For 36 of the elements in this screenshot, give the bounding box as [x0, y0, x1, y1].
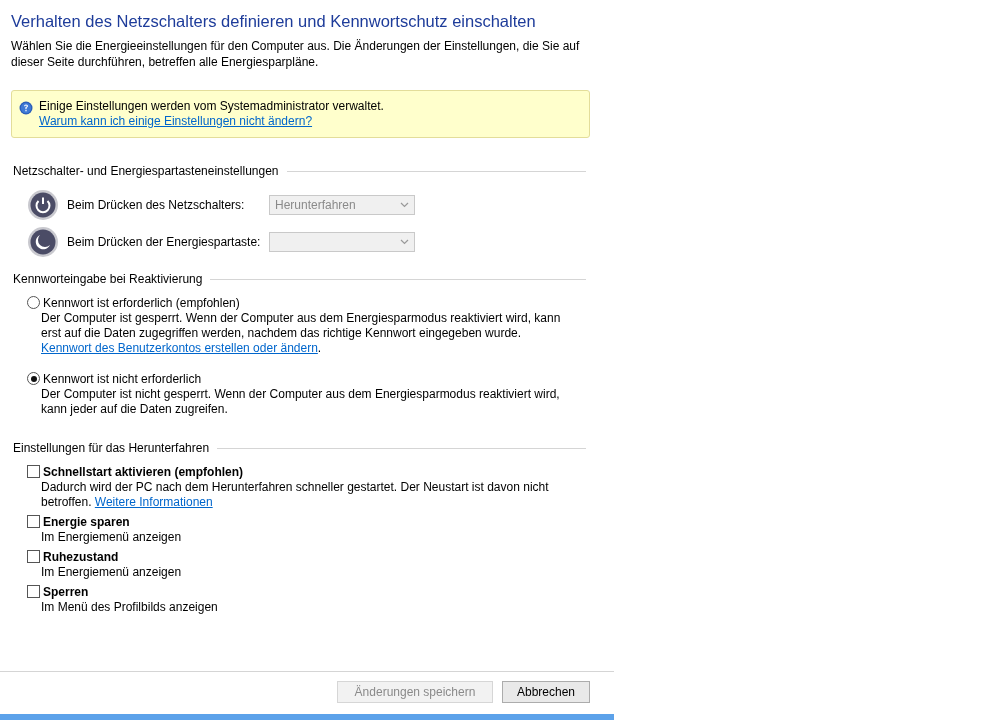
option-label: Sperren [43, 584, 89, 599]
punctuation: . [317, 341, 322, 355]
section-heading: Einstellungen für das Herunterfahren [13, 441, 210, 455]
option-label: Schnellstart aktivieren (empfohlen) [43, 464, 244, 479]
option-label: Energie sparen [43, 514, 130, 529]
moon-icon [27, 225, 59, 258]
checkbox[interactable] [27, 465, 40, 478]
help-icon [19, 101, 33, 115]
help-link[interactable]: Warum kann ich einige Einstellungen nicht ändern? [39, 114, 313, 129]
radio-button[interactable] [27, 372, 40, 385]
page-title: Verhalten des Netzschalters definieren und Kennwortschutz einschalten [11, 12, 537, 31]
checkbox[interactable] [27, 550, 40, 563]
option-description: Der Computer ist nicht gesperrt. Wenn der Computer aus dem Energiesparmodus reaktiviert wird, kann jeder auf die Daten zugreifen. [40, 387, 561, 417]
account-password-link[interactable]: Kennwort des Benutzerkontos erstellen oder ändern [41, 341, 318, 355]
section-heading: Kennworteingabe bei Reaktivierung [13, 272, 203, 286]
option-description: Im Menü des Profilbilds anzeigen [40, 600, 219, 615]
chevron-down-icon [400, 201, 409, 208]
setting-label: Beim Drücken der Energiespartaste: [67, 234, 262, 249]
chevron-down-icon [400, 238, 409, 245]
power-button-icon [27, 188, 59, 221]
option-description: Im Energiemenü anzeigen [40, 565, 183, 580]
section-heading: Netzschalter- und Energiespartasteneinstellungen [13, 164, 279, 178]
radio-button[interactable] [27, 296, 40, 309]
intro-text: Wählen Sie die Energieeinstellungen für den Computer aus. Die Änderungen der Einstellungen, die Sie auf dieser Seite durchführen, betreffen alle Energiesparpläne. [11, 38, 581, 70]
option-description: Der Computer ist gesperrt. Wenn der Computer aus dem Energiesparmodus reaktiviert wird, kann erst auf die Daten zugegriffen werden, nachdem das richtige Kennwort eingegeben wurde. [40, 311, 562, 341]
more-info-link[interactable]: Weitere Informationen [94, 495, 213, 509]
option-label: Ruhezustand [43, 549, 119, 564]
option-label: Kennwort ist nicht erforderlich [43, 371, 202, 386]
option-label: Kennwort ist erforderlich (empfohlen) [43, 295, 240, 310]
checkbox[interactable] [27, 515, 40, 528]
cancel-button[interactable]: Abbrechen [502, 681, 590, 703]
notice-text: Einige Einstellungen werden vom Systemadministrator verwaltet. Warum kann ich einige Einstellungen nicht ändern? [39, 99, 384, 129]
option-description: Im Energiemenü anzeigen [40, 530, 183, 545]
checkbox[interactable] [27, 585, 40, 598]
option-description: Dadurch wird der PC nach dem Herunterfahren schneller gestartet. Der Neustart ist davon nicht betroffen. Weitere Informationen [40, 480, 550, 510]
setting-label: Beim Drücken des Netzschalters: [67, 197, 246, 212]
